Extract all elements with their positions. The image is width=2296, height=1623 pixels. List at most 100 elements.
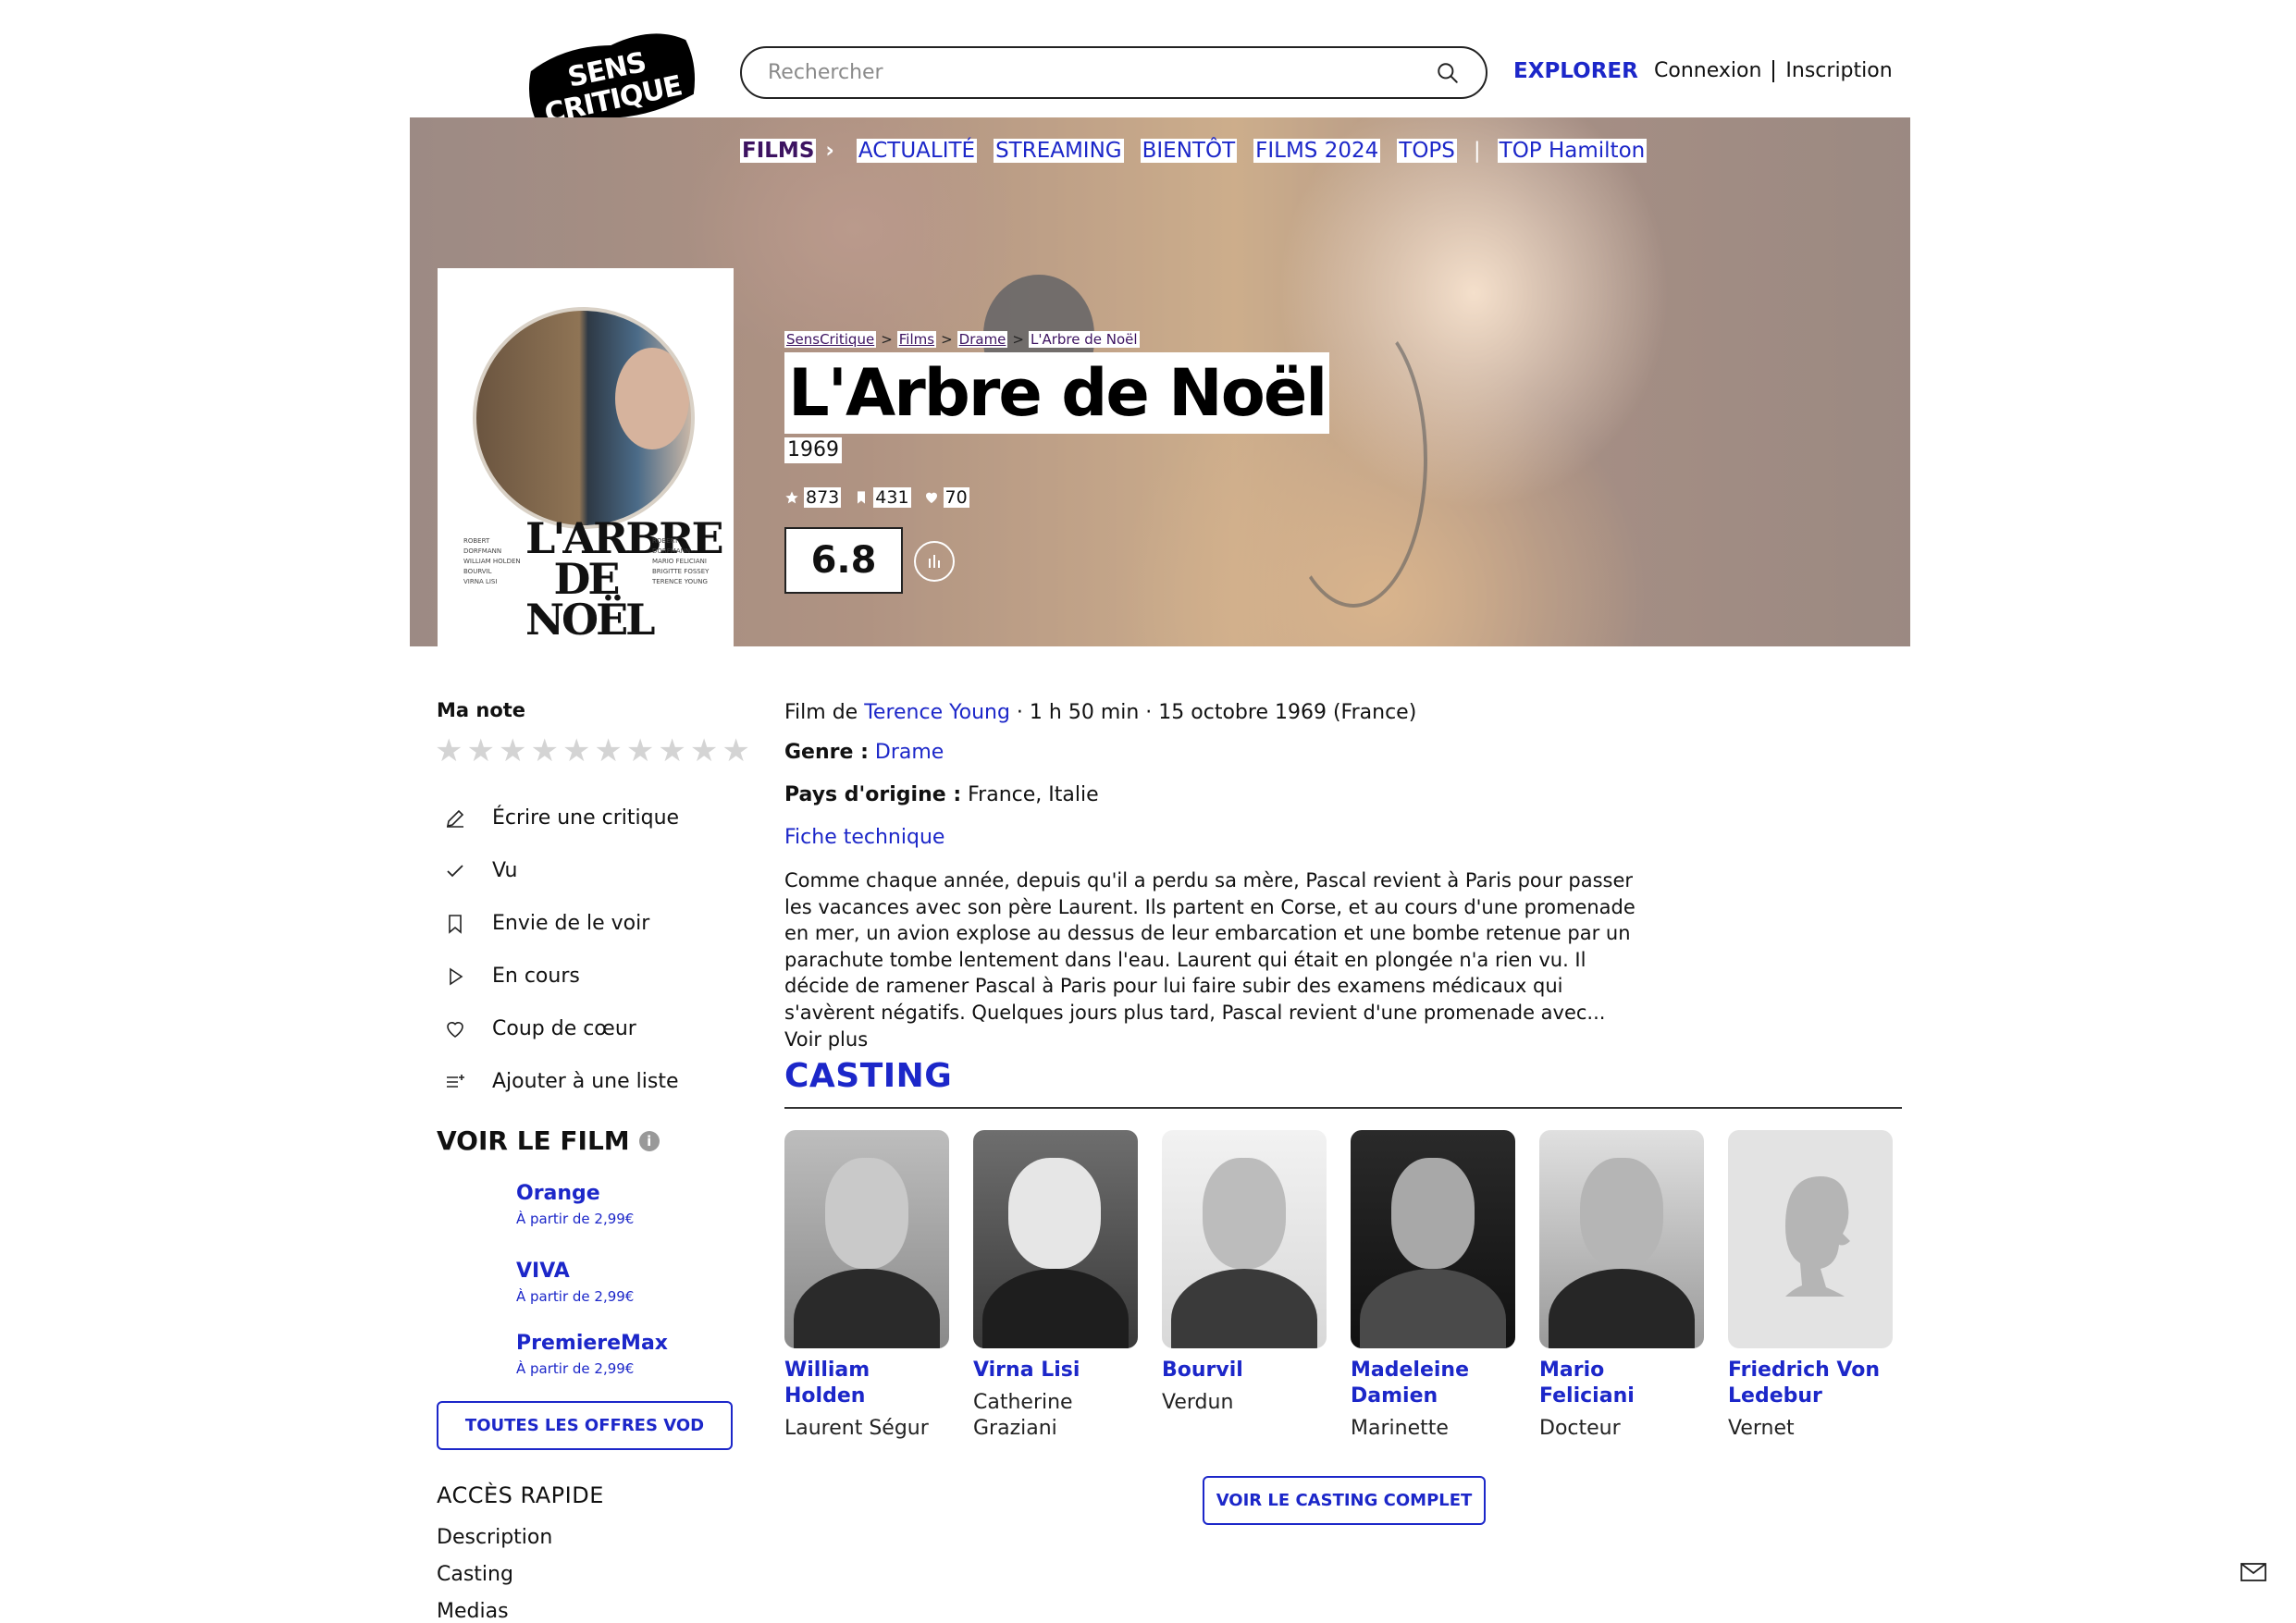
my-rating-stars[interactable]: ★ ★ ★ ★ ★ ★ ★ ★ ★ ★ xyxy=(435,735,750,767)
login-link[interactable]: Connexion xyxy=(1654,59,1761,82)
info-icon[interactable]: i xyxy=(638,1130,660,1151)
cast-card[interactable]: Madeleine Damien Marinette xyxy=(1351,1130,1517,1442)
actor-photo[interactable] xyxy=(1351,1130,1515,1348)
action-label: Écrire une critique xyxy=(492,806,680,830)
nav-bientot[interactable]: BIENTÔT xyxy=(1140,139,1238,163)
rating-star-6[interactable]: ★ xyxy=(594,735,622,767)
watch-section-title: VOIR LE FILM i xyxy=(437,1125,660,1156)
offer-name[interactable]: Orange xyxy=(516,1182,668,1205)
write-review-action[interactable]: Écrire une critique xyxy=(444,792,679,844)
poster-credits-left: ROBERT DORFMANN WILLIAM HOLDEN BOURVIL VIRN… xyxy=(463,537,521,585)
search-input[interactable] xyxy=(768,61,1436,84)
cast-card[interactable]: Virna Lisi Catherine Graziani xyxy=(973,1130,1140,1442)
rating-star-5[interactable]: ★ xyxy=(562,735,590,767)
actor-photo[interactable] xyxy=(973,1130,1138,1348)
vod-offer[interactable]: Orange À partir de 2,99€ xyxy=(516,1182,668,1260)
wishes-stat: 431 xyxy=(854,487,911,508)
action-label: Ajouter à une liste xyxy=(492,1070,679,1093)
actor-role: Docteur xyxy=(1539,1417,1621,1440)
in-progress-action[interactable]: En cours xyxy=(444,950,679,1002)
search-bar[interactable] xyxy=(740,46,1487,99)
explorer-link[interactable]: EXPLORER xyxy=(1513,59,1638,83)
offer-price: À partir de 2,99€ xyxy=(516,1360,635,1377)
nav-streaming[interactable]: STREAMING xyxy=(994,139,1124,163)
signup-link[interactable]: Inscription xyxy=(1785,59,1892,82)
breadcrumb-separator: > xyxy=(1012,331,1024,348)
quick-link-medias[interactable]: Medias xyxy=(437,1598,552,1623)
cast-card[interactable]: Mario Feliciani Docteur xyxy=(1539,1130,1706,1442)
add-to-list-action[interactable]: Ajouter à une liste xyxy=(444,1055,679,1108)
quick-link-casting[interactable]: Casting xyxy=(437,1561,552,1598)
meta-prefix: Film de xyxy=(784,701,865,724)
nav-top-hamilton[interactable]: TOP Hamilton xyxy=(1497,139,1648,163)
actor-role: Verdun xyxy=(1162,1391,1234,1414)
favorites-stat: 70 xyxy=(924,487,969,508)
breadcrumb-drame[interactable]: Drame xyxy=(957,331,1008,348)
full-casting-button[interactable]: VOIR LE CASTING COMPLET xyxy=(1203,1476,1486,1525)
all-vod-offers-button[interactable]: TOUTES LES OFFRES VOD xyxy=(437,1401,733,1450)
country-value: France, Italie xyxy=(968,783,1099,806)
offer-name[interactable]: VIVA xyxy=(516,1260,668,1283)
rating-star-8[interactable]: ★ xyxy=(658,735,685,767)
offer-price: À partir de 2,99€ xyxy=(516,1211,635,1227)
action-label: En cours xyxy=(492,965,580,988)
rating-star-1[interactable]: ★ xyxy=(435,735,463,767)
actor-name[interactable]: Mario Feliciani xyxy=(1539,1358,1706,1409)
actor-placeholder-photo[interactable] xyxy=(1728,1130,1893,1348)
bookmark-icon xyxy=(449,914,462,934)
search-icon[interactable] xyxy=(1436,61,1460,85)
quick-link-description[interactable]: Description xyxy=(437,1524,552,1561)
rating-star-3[interactable]: ★ xyxy=(499,735,526,767)
rating-star-10[interactable]: ★ xyxy=(722,735,749,767)
tech-sheet-link[interactable]: Fiche technique xyxy=(784,826,944,849)
rating-star-4[interactable]: ★ xyxy=(530,735,558,767)
director-link[interactable]: Terence Young xyxy=(864,701,1010,724)
ratings-count: 873 xyxy=(804,487,842,508)
rating-star-2[interactable]: ★ xyxy=(466,735,494,767)
quick-access-list: Description Casting Medias xyxy=(437,1524,552,1623)
rating-distribution-button[interactable] xyxy=(914,541,955,582)
actor-name[interactable]: Madeleine Damien xyxy=(1351,1358,1517,1409)
heart-icon xyxy=(925,492,937,503)
star-icon xyxy=(785,491,798,504)
cast-card[interactable]: Bourvil Verdun xyxy=(1162,1130,1328,1416)
nav-actualite[interactable]: ACTUALITÉ xyxy=(856,139,978,163)
nav-films[interactable]: FILMS xyxy=(740,139,817,163)
mail-icon[interactable] xyxy=(2240,1563,2266,1581)
actor-name[interactable]: Friedrich Von Ledebur xyxy=(1728,1358,1895,1409)
want-to-see-action[interactable]: Envie de le voir xyxy=(444,897,679,950)
synopsis: Comme chaque année, depuis qu'il a perdu… xyxy=(784,869,1636,1051)
seen-action[interactable]: Vu xyxy=(444,844,679,897)
genre-link[interactable]: Drame xyxy=(875,741,944,764)
page-title: L'Arbre de Noël xyxy=(784,352,1330,434)
nav-tops[interactable]: TOPS xyxy=(1397,139,1457,163)
bookmark-icon xyxy=(858,491,866,504)
actor-photo[interactable] xyxy=(784,1130,949,1348)
wishes-count: 431 xyxy=(873,487,911,508)
actor-name[interactable]: Virna Lisi xyxy=(973,1358,1140,1383)
average-score: 6.8 xyxy=(784,527,903,594)
actor-photo[interactable] xyxy=(1539,1130,1704,1348)
actor-name[interactable]: William Holden xyxy=(784,1358,951,1409)
breadcrumb-senscritique[interactable]: SensCritique xyxy=(784,331,877,348)
vod-offer[interactable]: PremiereMax À partir de 2,99€ xyxy=(516,1332,668,1409)
breadcrumb-films[interactable]: Films xyxy=(896,331,937,348)
actor-name[interactable]: Bourvil xyxy=(1162,1358,1328,1383)
actor-role: Laurent Ségur xyxy=(784,1417,929,1440)
cast-card[interactable]: William Holden Laurent Ségur xyxy=(784,1130,951,1442)
movie-poster[interactable]: L'ARBRE DE NOËL ROBERT DORFMANN WILLIAM HOL… xyxy=(438,268,734,647)
nav-films-2024[interactable]: FILMS 2024 xyxy=(1253,139,1381,163)
heart-icon xyxy=(447,1021,463,1038)
watch-title-text: VOIR LE FILM xyxy=(437,1125,630,1156)
favorite-action[interactable]: Coup de cœur xyxy=(444,1002,679,1055)
poster-title: L'ARBRE DE NOËL xyxy=(525,513,724,645)
rating-star-7[interactable]: ★ xyxy=(626,735,654,767)
casting-title: CASTING xyxy=(784,1057,953,1095)
offer-name[interactable]: PremiereMax xyxy=(516,1332,668,1355)
action-label: Vu xyxy=(492,859,518,882)
cast-card[interactable]: Friedrich Von Ledebur Vernet xyxy=(1728,1130,1895,1442)
actor-photo[interactable] xyxy=(1162,1130,1327,1348)
rating-star-9[interactable]: ★ xyxy=(690,735,718,767)
vod-offer[interactable]: VIVA À partir de 2,99€ xyxy=(516,1260,668,1332)
add-list-icon xyxy=(447,1074,464,1088)
